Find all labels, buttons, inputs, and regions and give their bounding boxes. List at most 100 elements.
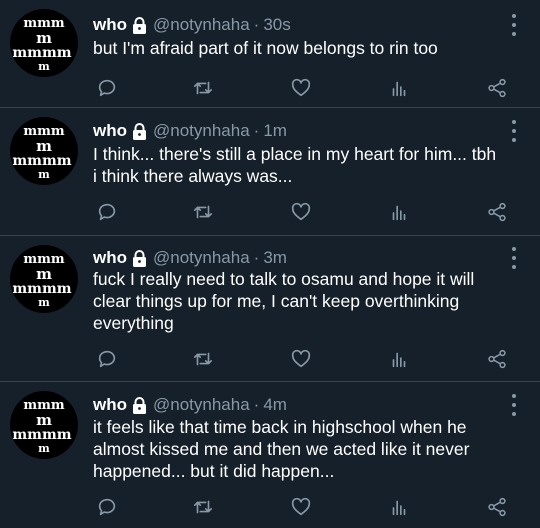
like-icon-button[interactable]: [289, 76, 313, 100]
tweet-item[interactable]: mmm m mmmm m who @notynhaha · 30s but I'…: [0, 0, 540, 108]
retweet-icon-button[interactable]: [191, 200, 215, 224]
timestamp[interactable]: 1m: [263, 121, 287, 141]
tweet-header: who @notynhaha · 4m: [93, 394, 287, 416]
share-icon-button[interactable]: [485, 200, 509, 224]
svg-text:mmmm: mmmm: [12, 45, 71, 61]
handle[interactable]: @notynhaha: [153, 395, 250, 415]
avatar[interactable]: mmm m mmmm m: [10, 9, 78, 77]
avatar-m-pattern-icon: mmm m mmmm m: [12, 252, 71, 309]
lock-icon: [132, 16, 147, 34]
tweet-text-line: I think... there's still a place in my h…: [93, 144, 497, 164]
avatar[interactable]: mmm m mmmm m: [10, 391, 78, 459]
like-icon: [290, 348, 312, 370]
more-icon[interactable]: [510, 120, 518, 142]
avatar[interactable]: mmm m mmmm m: [10, 117, 78, 185]
svg-text:m: m: [38, 168, 50, 181]
tweet-header: who @notynhaha · 3m: [93, 247, 287, 269]
display-name[interactable]: who: [93, 395, 127, 415]
like-icon: [290, 496, 312, 518]
lock-icon: [132, 122, 147, 140]
more-icon[interactable]: [510, 14, 518, 36]
reply-icon-button[interactable]: [95, 495, 119, 519]
display-name[interactable]: who: [93, 15, 127, 35]
share-icon: [486, 201, 508, 223]
share-icon: [486, 348, 508, 370]
tweet-actions: [0, 200, 540, 224]
timestamp[interactable]: 4m: [263, 395, 287, 415]
tweet-text: it feels like that time back in highscho…: [93, 416, 513, 482]
tweet-actions: [0, 495, 540, 519]
handle[interactable]: @notynhaha: [153, 15, 250, 35]
svg-text:mmmm: mmmm: [12, 427, 71, 443]
svg-text:m: m: [38, 60, 50, 73]
reply-icon: [96, 201, 118, 223]
share-icon-button[interactable]: [485, 495, 509, 519]
avatar-m-pattern-icon: mmm m mmmm m: [12, 16, 71, 73]
tweet-text-line: happened... but it did happen...: [93, 461, 335, 481]
like-icon-button[interactable]: [289, 495, 313, 519]
analytics-icon-button[interactable]: [387, 76, 411, 100]
retweet-icon: [191, 201, 215, 223]
svg-text:mmmm: mmmm: [12, 281, 71, 297]
tweet-item[interactable]: mmm m mmmm m who @notynhaha · 3m fuck I …: [0, 236, 540, 382]
tweet-text: but I'm afraid part of it now belongs to…: [93, 37, 513, 59]
share-icon: [486, 77, 508, 99]
separator: ·: [253, 121, 260, 140]
analytics-icon-button[interactable]: [387, 200, 411, 224]
timeline-feed: mmm m mmmm m who @notynhaha · 30s but I'…: [0, 0, 540, 528]
retweet-icon-button[interactable]: [191, 347, 215, 371]
analytics-icon: [388, 496, 410, 518]
display-name[interactable]: who: [93, 248, 127, 268]
share-icon-button[interactable]: [485, 347, 509, 371]
tweet-actions: [0, 347, 540, 371]
like-icon: [290, 201, 312, 223]
analytics-icon-button[interactable]: [387, 347, 411, 371]
like-icon-button[interactable]: [289, 347, 313, 371]
lock-icon: [132, 396, 147, 414]
more-icon[interactable]: [510, 247, 518, 269]
svg-text:m: m: [38, 296, 50, 309]
retweet-icon: [191, 496, 215, 518]
timestamp[interactable]: 3m: [263, 248, 287, 268]
handle[interactable]: @notynhaha: [153, 121, 250, 141]
tweet-text-line: everything: [93, 313, 174, 333]
more-icon[interactable]: [510, 394, 518, 416]
share-icon: [486, 496, 508, 518]
timestamp[interactable]: 30s: [263, 15, 290, 35]
avatar-m-pattern-icon: mmm m mmmm m: [12, 398, 71, 455]
tweet-text-line: fuck I really need to talk to osamu and …: [93, 269, 475, 289]
reply-icon-button[interactable]: [95, 76, 119, 100]
tweet-text-line: i think there always was...: [93, 166, 293, 186]
avatar[interactable]: mmm m mmmm m: [10, 245, 78, 313]
reply-icon-button[interactable]: [95, 200, 119, 224]
handle[interactable]: @notynhaha: [153, 248, 250, 268]
separator: ·: [253, 248, 260, 267]
lock-icon: [132, 249, 147, 267]
like-icon: [290, 77, 312, 99]
tweet-header: who @notynhaha · 1m: [93, 120, 287, 142]
tweet-text: fuck I really need to talk to osamu and …: [93, 268, 513, 334]
reply-icon: [96, 496, 118, 518]
tweet-text: I think... there's still a place in my h…: [93, 143, 513, 187]
reply-icon: [96, 348, 118, 370]
analytics-icon: [388, 201, 410, 223]
avatar-m-pattern-icon: mmm m mmmm m: [12, 124, 71, 181]
retweet-icon: [191, 77, 215, 99]
tweet-actions: [0, 76, 540, 100]
tweet-text-line: it feels like that time back in highscho…: [93, 417, 467, 437]
retweet-icon-button[interactable]: [191, 76, 215, 100]
tweet-header: who @notynhaha · 30s: [93, 14, 291, 36]
tweet-text-line: clear things up for me, I can't keep ove…: [93, 291, 460, 311]
retweet-icon-button[interactable]: [191, 495, 215, 519]
analytics-icon-button[interactable]: [387, 495, 411, 519]
svg-text:mmmm: mmmm: [12, 153, 71, 169]
tweet-item[interactable]: mmm m mmmm m who @notynhaha · 1m I think…: [0, 108, 540, 236]
reply-icon-button[interactable]: [95, 347, 119, 371]
share-icon-button[interactable]: [485, 76, 509, 100]
tweet-item[interactable]: mmm m mmmm m who @notynhaha · 4m it feel…: [0, 382, 540, 528]
analytics-icon: [388, 348, 410, 370]
display-name[interactable]: who: [93, 121, 127, 141]
like-icon-button[interactable]: [289, 200, 313, 224]
reply-icon: [96, 77, 118, 99]
tweet-text-line: but I'm afraid part of it now belongs to…: [93, 38, 438, 58]
